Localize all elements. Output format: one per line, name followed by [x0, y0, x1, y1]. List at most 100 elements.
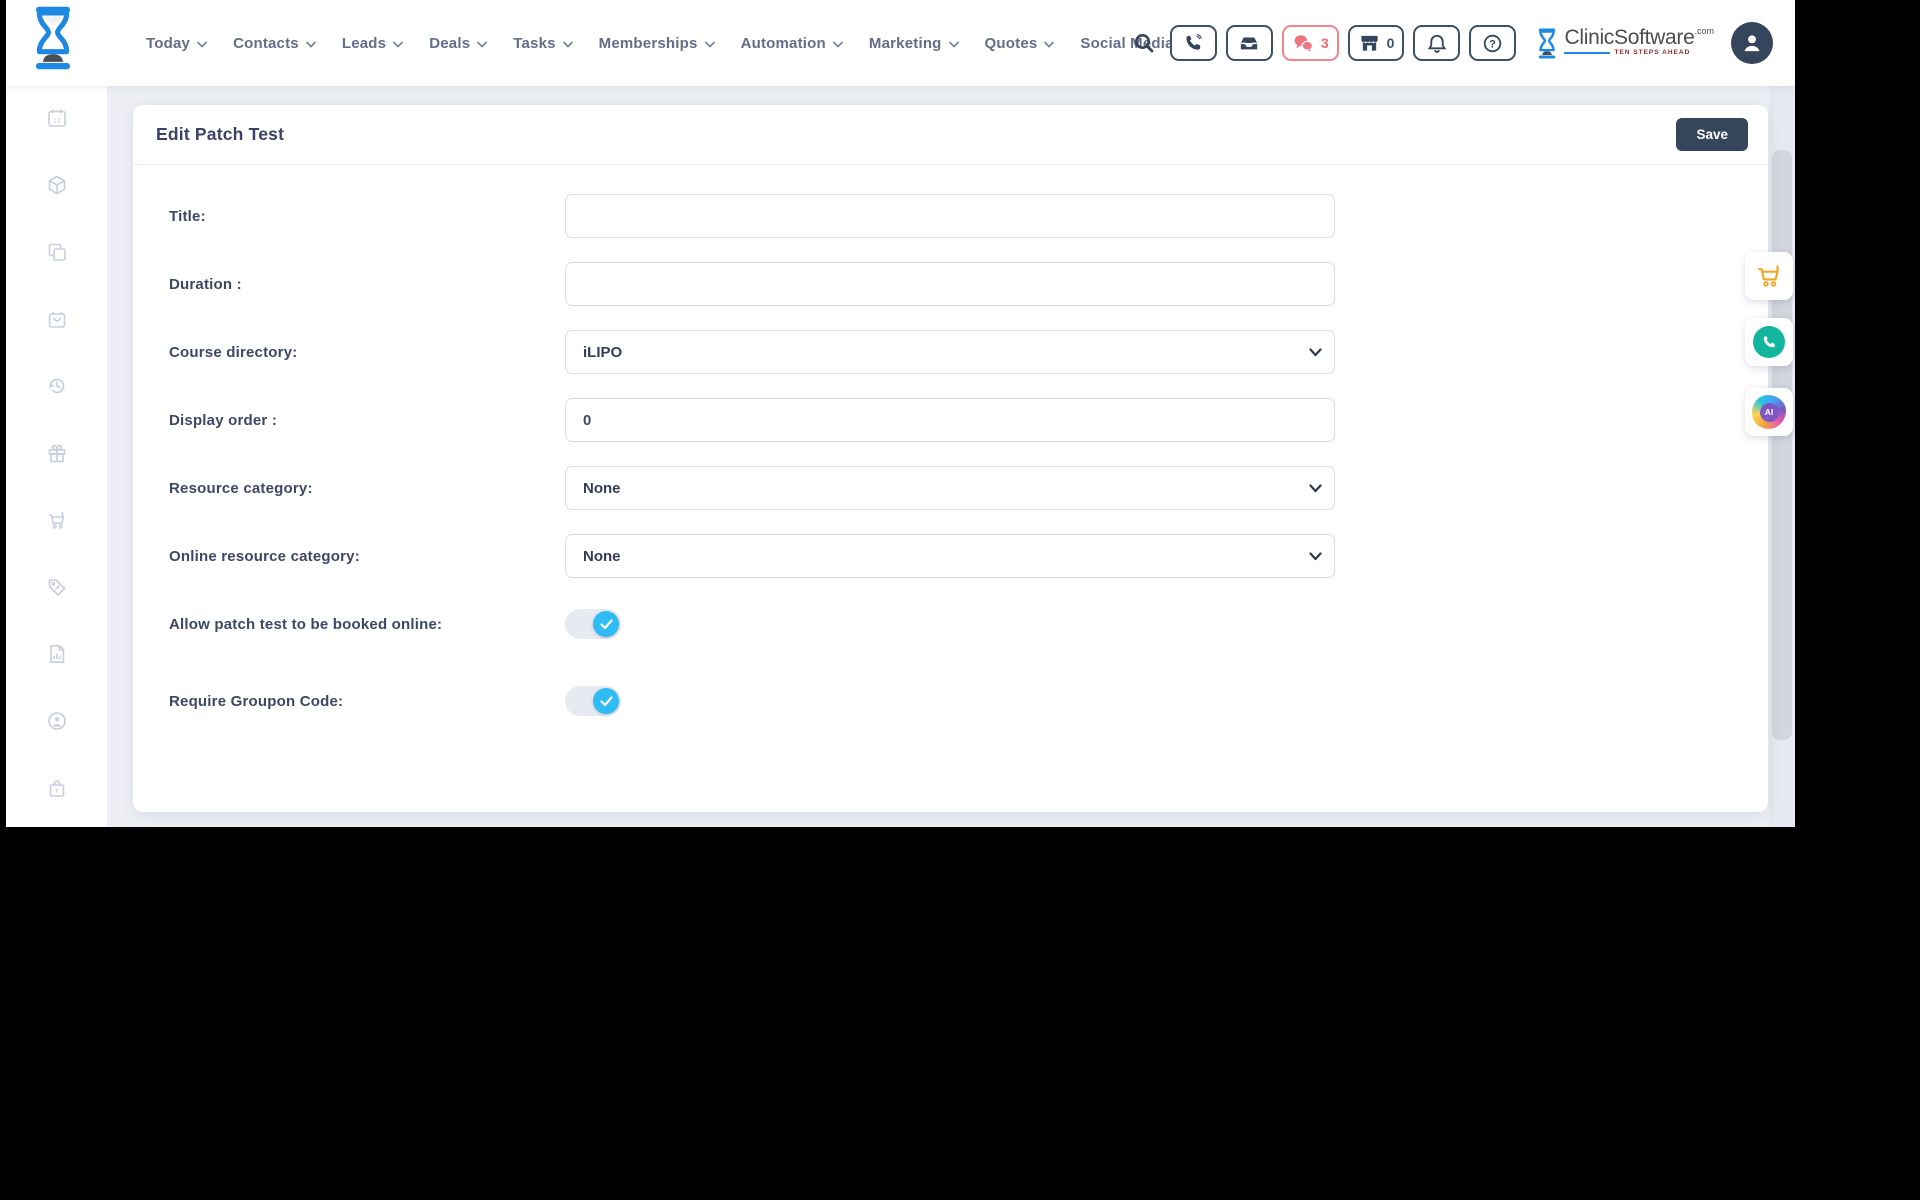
check-icon [599, 695, 613, 706]
sidebar-item-lock-case-icon[interactable] [45, 776, 69, 800]
left-sidebar: 12 [6, 86, 107, 827]
header-actions: 3 0 ? ClinicSoftware.com TEN STEPS AHEAD [1127, 0, 1773, 86]
floating-ai-button[interactable]: AI [1745, 388, 1793, 436]
field-control: iLIPO [565, 330, 1335, 374]
nav-item-label: Memberships [598, 34, 698, 52]
title-input[interactable] [565, 194, 1335, 238]
gift-icon [48, 444, 65, 463]
form-row-duration: Duration : [133, 262, 1768, 306]
sidebar-item-gift-icon[interactable] [45, 441, 69, 465]
main-nav: Today Contacts Leads Deals Tasks Memberships A… [146, 0, 1174, 86]
course-directory-select[interactable]: iLIPO [565, 330, 1335, 374]
sidebar-item-cart-icon[interactable] [45, 508, 69, 532]
calendar-icon: 12 [47, 109, 66, 127]
store-button[interactable]: 0 [1347, 25, 1405, 61]
user-avatar[interactable] [1731, 22, 1773, 64]
nav-item-label: Quotes [984, 34, 1038, 52]
floating-call-button[interactable] [1745, 318, 1793, 366]
field-control [565, 262, 1335, 306]
ai-assistant-icon: AI [1752, 395, 1786, 429]
field-label: Allow patch test to be booked online: [169, 615, 443, 633]
course-directory-selected-value: iLIPO [583, 343, 623, 361]
floating-shop-button[interactable] [1745, 252, 1793, 300]
resource-category-selected-value: None [583, 479, 621, 497]
chevron-down-icon [1044, 41, 1055, 48]
nav-item-memberships[interactable]: Memberships [599, 35, 715, 52]
form-row-course-directory: Course directory: iLIPO [133, 330, 1768, 374]
resource-category-select[interactable]: None [565, 466, 1335, 510]
nav-item-leads[interactable]: Leads [341, 34, 404, 52]
nav-item-today[interactable]: Today [146, 35, 207, 52]
field-control: None [565, 466, 1335, 510]
form-row-allow-online-booking: Allow patch test to be booked online: [133, 602, 1768, 646]
field-label: Course directory: [169, 343, 298, 361]
form-row-online-resource-category: Online resource category: None [133, 534, 1768, 578]
nav-item-label: Leads [341, 34, 387, 52]
history-icon [48, 378, 64, 394]
notifications-button[interactable] [1413, 25, 1461, 61]
store-count-badge: 0 [1386, 35, 1395, 51]
scrollbar-thumb[interactable] [1772, 150, 1792, 740]
display-order-input[interactable] [565, 398, 1335, 442]
sidebar-item-copy-icon[interactable] [45, 240, 69, 264]
form-row-resource-category: Resource category: None [133, 466, 1768, 510]
nav-item-deals[interactable]: Deals [429, 35, 488, 52]
help-button[interactable]: ? [1469, 25, 1517, 61]
chevron-down-icon [562, 41, 573, 48]
nav-item-contacts[interactable]: Contacts [233, 35, 316, 52]
allow-online-booking-toggle[interactable] [565, 609, 621, 639]
check-icon [599, 618, 613, 629]
whatsapp-phone-icon [1753, 326, 1785, 358]
inbox-button[interactable] [1225, 25, 1273, 61]
phone-button[interactable] [1169, 25, 1217, 61]
nav-item-automation[interactable]: Automation [741, 35, 843, 52]
require-groupon-code-toggle[interactable] [565, 686, 621, 716]
online-resource-category-select[interactable]: None [565, 534, 1335, 578]
nav-item-tasks[interactable]: Tasks [513, 34, 573, 52]
sidebar-item-report-icon[interactable] [45, 642, 69, 666]
svg-text:12: 12 [53, 118, 61, 125]
cart-orange-icon [1757, 265, 1779, 287]
select-chevron-icon [1309, 480, 1322, 498]
sidebar-item-package-icon[interactable] [45, 173, 69, 197]
brand-tagline: TEN STEPS AHEAD [1614, 48, 1691, 56]
brand-tld: .com [1694, 25, 1714, 36]
search-button[interactable] [1127, 25, 1161, 61]
brand-logo[interactable]: ClinicSoftware.com TEN STEPS AHEAD [1535, 25, 1714, 60]
online-resource-category-selected-value: None [583, 547, 621, 565]
chevron-down-icon [833, 41, 843, 48]
package-icon [48, 175, 65, 195]
search-icon [1134, 34, 1154, 53]
form-row-require-groupon-code: Require Groupon Code: [133, 679, 1768, 723]
clinic-logo[interactable] [28, 5, 78, 76]
nav-item-quotes[interactable]: Quotes [985, 35, 1055, 52]
duration-input[interactable] [565, 262, 1335, 306]
select-chevron-icon [1309, 548, 1322, 566]
inbox-icon [1241, 37, 1258, 50]
nav-item-label: Contacts [233, 34, 299, 52]
cart-icon [48, 511, 64, 529]
sidebar-item-support-person-icon[interactable] [45, 709, 69, 733]
field-label: Display order : [169, 411, 278, 429]
copy-icon [48, 243, 66, 261]
field-control: None [565, 534, 1335, 578]
chevron-down-icon [393, 41, 404, 48]
field-control [565, 398, 1335, 442]
phone-icon [1186, 34, 1203, 50]
report-icon [49, 645, 64, 663]
nav-item-label: Tasks [513, 34, 556, 52]
field-control [565, 609, 1335, 639]
nav-item-marketing[interactable]: Marketing [869, 35, 959, 52]
patch-test-form: Title: Duration : Course directory: iLIP… [133, 165, 1768, 723]
chat-notifications-button[interactable]: 3 [1281, 25, 1339, 61]
sidebar-item-price-tag-icon[interactable] [45, 575, 69, 599]
page-title: Edit Patch Test [156, 124, 285, 144]
sidebar-item-calendar-icon[interactable]: 12 [45, 106, 69, 130]
scrollbar-track[interactable] [1769, 86, 1795, 827]
sidebar-item-bag-calendar-icon[interactable] [45, 307, 69, 331]
brand-underline [1564, 51, 1611, 54]
sidebar-item-history-icon[interactable] [45, 374, 69, 398]
save-button[interactable]: Save [1676, 118, 1748, 151]
chevron-down-icon [477, 41, 488, 48]
brand-hourglass-icon [1539, 28, 1556, 58]
